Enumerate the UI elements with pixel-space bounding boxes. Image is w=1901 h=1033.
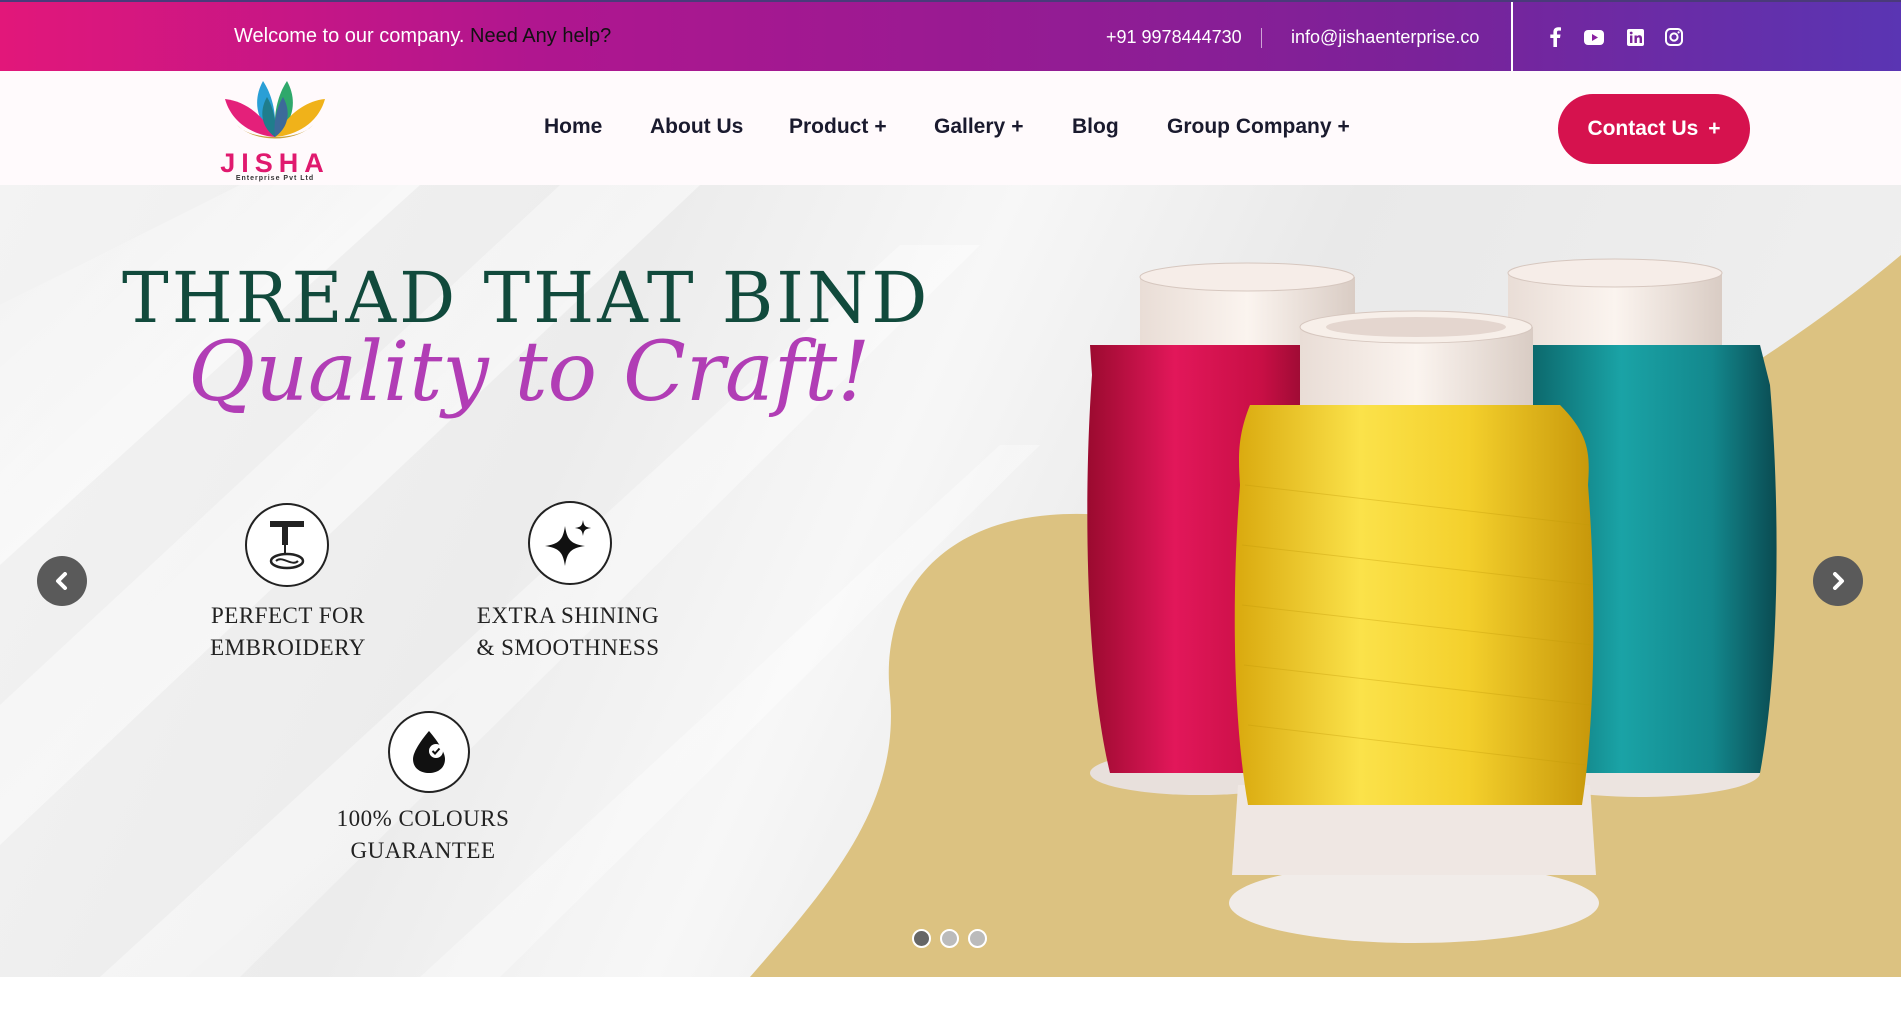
top-bar: Welcome to our company. Need Any help? +… <box>0 0 1901 73</box>
plus-icon: + <box>874 115 887 138</box>
hero-subheadline: Quality to Craft! <box>188 325 871 420</box>
hero-slider: THREAD THAT BIND Quality to Craft! PERFE… <box>0 185 1901 977</box>
site-header: JISHA Enterprise Pvt Ltd Home About Us P… <box>0 71 1901 185</box>
slider-dot-2[interactable] <box>940 929 959 948</box>
lotus-logo-icon <box>225 81 325 139</box>
welcome-text: Welcome to our company. Need Any help? <box>234 25 611 48</box>
slider-dot-3[interactable] <box>968 929 987 948</box>
plus-icon: + <box>1708 117 1721 140</box>
nav-group-company[interactable]: Group Company + <box>1167 115 1350 139</box>
company-logo[interactable]: JISHA Enterprise Pvt Ltd <box>215 71 335 185</box>
contact-divider <box>1261 28 1262 48</box>
nav-about-label: About Us <box>650 115 744 138</box>
slider-dot-1[interactable] <box>912 929 931 948</box>
nav-home[interactable]: Home <box>544 115 602 139</box>
logo-subtitle: Enterprise Pvt Ltd <box>235 175 315 182</box>
nav-product[interactable]: Product + <box>789 115 887 139</box>
feature-embroidery-line1: PERFECT FOR <box>211 603 365 628</box>
feature-colours-line1: 100% COLOURS <box>336 806 510 831</box>
slider-pagination <box>912 929 987 948</box>
slider-prev-button[interactable] <box>37 556 87 606</box>
social-divider <box>1511 2 1513 73</box>
slider-next-button[interactable] <box>1813 556 1863 606</box>
chevron-left-icon <box>56 572 67 590</box>
linkedin-icon[interactable] <box>1624 26 1646 48</box>
contact-us-label: Contact Us <box>1587 117 1699 140</box>
feature-embroidery-line2: EMBROIDERY <box>210 635 366 660</box>
instagram-icon[interactable] <box>1663 26 1685 48</box>
nav-about-us[interactable]: About Us <box>650 115 743 139</box>
nav-gallery-label: Gallery <box>934 115 1006 138</box>
feature-shining-line1: EXTRA SHINING <box>476 603 660 628</box>
embroidery-machine-icon <box>245 503 329 587</box>
nav-gallery[interactable]: Gallery + <box>934 115 1023 139</box>
feature-embroidery: PERFECT FOR EMBROIDERY <box>188 600 388 664</box>
feature-shining-line2: & SMOOTHNESS <box>476 635 660 660</box>
contact-us-button[interactable]: Contact Us + <box>1558 94 1750 164</box>
phone-link[interactable]: +91 9978444730 <box>1106 27 1242 48</box>
nav-group-company-label: Group Company <box>1167 115 1332 138</box>
colour-drop-icon <box>388 711 470 793</box>
feature-colours: 100% COLOURS GUARANTEE <box>323 803 523 867</box>
feature-colours-line2: GUARANTEE <box>350 838 496 863</box>
nav-blog-label: Blog <box>1072 115 1119 138</box>
chevron-right-icon <box>1833 572 1844 590</box>
nav-product-label: Product <box>789 115 869 138</box>
facebook-icon[interactable] <box>1544 26 1566 48</box>
plus-icon: + <box>1011 115 1024 138</box>
email-link[interactable]: info@jishaenterprise.co <box>1291 27 1479 48</box>
welcome-message: Welcome to our company. <box>234 25 465 47</box>
youtube-icon[interactable] <box>1583 26 1605 48</box>
plus-icon: + <box>1337 115 1350 138</box>
nav-home-label: Home <box>544 115 603 138</box>
nav-blog[interactable]: Blog <box>1072 115 1119 139</box>
feature-shining: EXTRA SHINING & SMOOTHNESS <box>448 600 688 664</box>
sparkle-icon <box>528 501 612 585</box>
help-link[interactable]: Need Any help? <box>470 25 611 47</box>
